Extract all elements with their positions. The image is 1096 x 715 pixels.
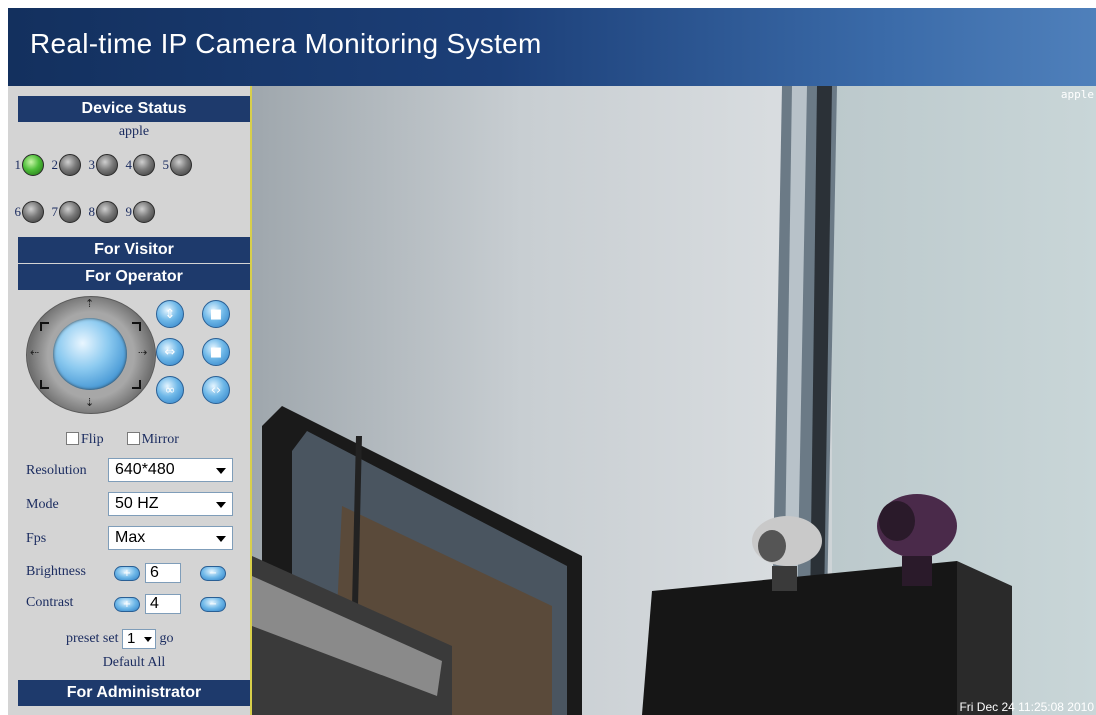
indicator-3: 3 — [86, 154, 118, 176]
preset-value: 1 — [126, 630, 136, 647]
timestamp-overlay: Fri Dec 24 11:25:08 2010 — [959, 700, 1094, 714]
indicator-8: 8 — [86, 201, 118, 223]
default-all-link[interactable]: Default All — [18, 655, 250, 671]
contrast-label: Contrast — [26, 595, 74, 610]
tilt-up-arrow-icon[interactable]: ⇡ — [85, 297, 94, 310]
brightness-value[interactable]: 6 — [145, 563, 181, 583]
led-off-icon — [96, 201, 118, 223]
vertical-patrol-button[interactable]: ⇕ — [156, 300, 184, 328]
preset-select[interactable]: 1 — [121, 629, 156, 649]
horizontal-patrol-button[interactable]: ⇔ — [156, 338, 184, 366]
pan-right-arrow-icon[interactable]: ⇢ — [138, 346, 147, 359]
led-off-icon — [59, 154, 81, 176]
indicator-7: 7 — [49, 201, 81, 223]
indicator-4: 4 — [123, 154, 155, 176]
device-status-header[interactable]: Device Status — [18, 96, 250, 122]
indicator-row-1: 1 2 3 4 5 — [12, 154, 193, 176]
control-sidebar: Device Status apple 1 2 3 4 5 6 7 8 9 Fo… — [8, 86, 251, 715]
for-operator-header[interactable]: For Operator — [18, 264, 250, 290]
resolution-select[interactable]: 640*480 — [108, 458, 233, 482]
led-off-icon — [22, 201, 44, 223]
resolution-value: 640*480 — [115, 461, 175, 478]
indicator-row-2: 6 7 8 9 — [12, 201, 156, 223]
chevron-down-icon — [216, 502, 226, 508]
contrast-decrease-button[interactable]: − — [200, 597, 226, 612]
led-on-icon — [22, 154, 44, 176]
indicator-6: 6 — [12, 201, 44, 223]
chevron-down-icon — [216, 468, 226, 474]
for-administrator-header[interactable]: For Administrator — [18, 680, 250, 706]
go-link[interactable]: go — [159, 631, 173, 646]
mirror-checkbox[interactable] — [126, 432, 140, 445]
mode-label: Mode — [26, 497, 59, 512]
brightness-increase-button[interactable]: + — [114, 566, 140, 581]
chevron-down-icon — [216, 536, 226, 542]
led-off-icon — [133, 154, 155, 176]
ptz-center-ball[interactable] — [53, 318, 127, 390]
top-strip — [0, 0, 1096, 8]
led-off-icon — [170, 154, 192, 176]
flip-checkbox[interactable] — [66, 432, 79, 445]
indicator-9: 9 — [123, 201, 155, 223]
indicator-2: 2 — [49, 154, 81, 176]
preset-label: preset set — [66, 631, 119, 647]
chevron-down-icon — [143, 637, 152, 642]
up-left-corner-icon[interactable] — [40, 322, 49, 331]
flip-label: Flip — [81, 432, 104, 447]
io-off-button[interactable]: ∞ — [156, 376, 184, 404]
down-left-corner-icon[interactable] — [40, 380, 49, 389]
resolution-label: Resolution — [26, 463, 87, 478]
video-feed[interactable]: apple Fri Dec 24 11:25:08 2010 — [250, 86, 1096, 715]
flip-mirror-row: Flip Mirror — [66, 432, 179, 448]
pan-left-arrow-icon[interactable]: ⇠ — [30, 346, 39, 359]
fps-select[interactable]: Max — [108, 526, 233, 550]
brightness-label: Brightness — [26, 564, 86, 579]
device-name: apple — [118, 124, 150, 139]
io-on-button[interactable]: ‹› — [202, 376, 230, 404]
ptz-joystick[interactable]: ⇡ ⇣ ⇠ ⇢ — [26, 296, 156, 414]
up-right-corner-icon[interactable] — [132, 322, 141, 331]
app-header: Real-time IP Camera Monitoring System — [8, 8, 1096, 88]
led-off-icon — [133, 201, 155, 223]
tilt-down-arrow-icon[interactable]: ⇣ — [85, 396, 94, 409]
mode-select[interactable]: 50 HZ — [108, 492, 233, 516]
for-visitor-header[interactable]: For Visitor — [18, 237, 250, 263]
app-title: Real-time IP Camera Monitoring System — [30, 28, 542, 59]
fps-value: Max — [115, 529, 146, 546]
brightness-decrease-button[interactable]: − — [200, 566, 226, 581]
stop-horizontal-patrol-button[interactable]: ■ — [202, 338, 230, 366]
led-off-icon — [59, 201, 81, 223]
preset-row: preset set 1 go — [66, 629, 173, 649]
mirror-label: Mirror — [141, 432, 179, 447]
indicator-5: 5 — [160, 154, 192, 176]
down-right-corner-icon[interactable] — [132, 380, 141, 389]
contrast-value[interactable]: 4 — [145, 594, 181, 614]
led-off-icon — [96, 154, 118, 176]
stop-vertical-patrol-button[interactable]: ■ — [202, 300, 230, 328]
camera-scene — [252, 86, 1096, 715]
fps-label: Fps — [26, 531, 47, 546]
contrast-increase-button[interactable]: + — [114, 597, 140, 612]
indicator-1: 1 — [12, 154, 44, 176]
camera-name-overlay: apple — [1060, 88, 1094, 101]
mode-value: 50 HZ — [115, 495, 159, 512]
